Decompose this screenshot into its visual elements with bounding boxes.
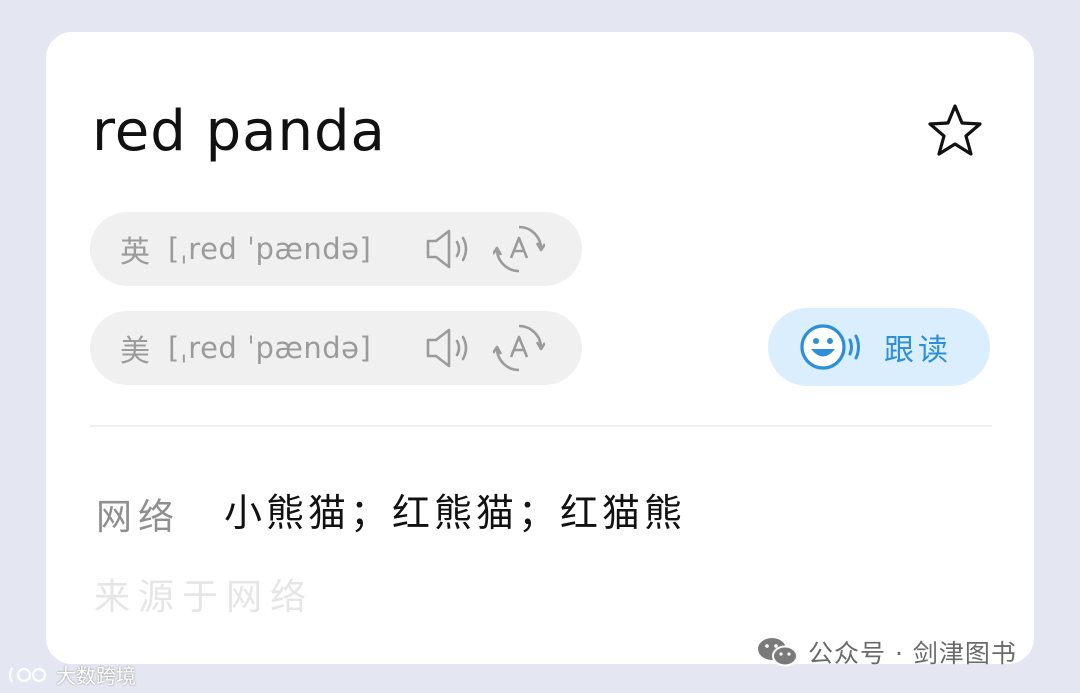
speaker-icon[interactable] bbox=[422, 224, 480, 274]
region-label: 美 bbox=[120, 334, 150, 369]
pronunciation-us: 美 [ˌred ˈpændə] bbox=[90, 311, 582, 385]
ipa-text: [ˌred ˈpændə] bbox=[168, 232, 372, 266]
auto-play-icon[interactable] bbox=[492, 321, 546, 375]
smiley-voice-icon bbox=[800, 324, 860, 370]
definition-source: 来源于网络 bbox=[94, 577, 315, 618]
wechat-icon bbox=[758, 638, 798, 667]
follow-read-label: 跟读 bbox=[884, 333, 952, 368]
watermark-wechat: 公众号 · 剑津图书 bbox=[756, 634, 1017, 670]
ipa-text: [ˌred ˈpændə] bbox=[168, 331, 372, 365]
star-icon bbox=[928, 104, 982, 156]
watermark-left-text: 大数跨境 bbox=[56, 664, 136, 688]
definition-text: 小熊猫；红熊猫；红猫熊 bbox=[224, 491, 687, 535]
region-label: 英 bbox=[120, 235, 150, 270]
watermark-right-text: 公众号 · 剑津图书 bbox=[808, 639, 1017, 668]
pronunciation-uk: 英 [ˌred ˈpændə] bbox=[90, 212, 582, 286]
definition-tag: 网络 bbox=[96, 497, 181, 538]
dictionary-card: red panda 英 [ˌred ˈpændə] 美 [ˌred ˈpændə… bbox=[46, 32, 1034, 664]
watermark-logo: 大数跨境 bbox=[6, 660, 136, 689]
divider bbox=[90, 425, 992, 427]
auto-play-icon[interactable] bbox=[492, 222, 546, 276]
speaker-icon[interactable] bbox=[422, 323, 480, 373]
follow-read-button[interactable]: 跟读 bbox=[768, 308, 990, 386]
headword: red panda bbox=[92, 99, 386, 164]
favorite-button[interactable] bbox=[922, 98, 988, 164]
logo-icon bbox=[8, 666, 47, 683]
